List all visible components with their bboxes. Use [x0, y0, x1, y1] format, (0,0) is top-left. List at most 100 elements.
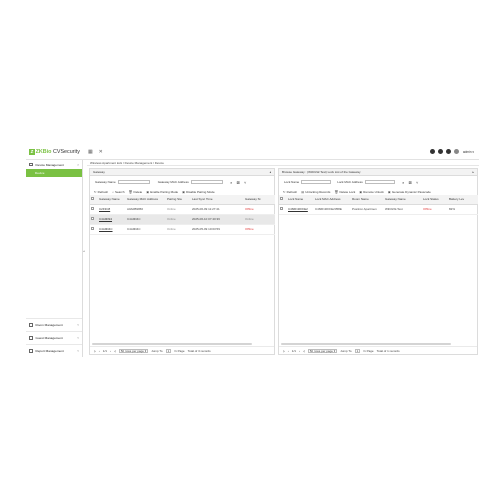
checkbox[interactable] — [91, 197, 94, 201]
column-header[interactable]: Pairing Sta — [166, 195, 191, 205]
sidebar-section-room-management[interactable]: Room Management ˅ — [26, 318, 82, 331]
gateway-name-input[interactable] — [117, 180, 150, 184]
gateway-mac-input[interactable] — [190, 180, 223, 184]
lock-name-cell[interactable]: C466F4FFFE2 — [287, 204, 314, 215]
next-page-button[interactable]: › — [299, 349, 300, 353]
select-all-header[interactable] — [279, 195, 287, 205]
clear-filter-icon[interactable]: ⊠ — [408, 180, 413, 185]
rows-per-page-select[interactable]: 50 rows per page ▾ — [307, 348, 338, 353]
pairing-status-cell: Online — [166, 204, 191, 215]
sidebar-item-device[interactable]: Device — [26, 169, 82, 177]
settings-icon[interactable] — [437, 149, 443, 154]
gateway-name-label: Gateway Name — [95, 180, 116, 184]
column-header[interactable]: Gateway St — [244, 195, 275, 205]
column-header[interactable]: Last Sync Time — [191, 195, 244, 205]
logo: Z ZKBio CVSecurity — [29, 149, 80, 155]
lock-name-link[interactable]: C466F4FFFE2 — [288, 207, 308, 211]
expand-icon[interactable]: ˅ — [243, 180, 248, 185]
column-header[interactable]: Lock MAC Address — [314, 195, 351, 205]
expand-icon[interactable]: ˅ — [415, 180, 420, 185]
first-page-button[interactable]: |‹ — [94, 349, 96, 353]
gateway-name-link[interactable]: C2F3C8 — [99, 207, 110, 211]
sidebar-section-report-management[interactable]: Report Management ˅ — [26, 344, 82, 357]
gateway-mac-cell: A0A0B9950 — [126, 204, 166, 215]
help-icon[interactable] — [445, 149, 451, 154]
gateway-name-link[interactable]: C4A9D4C — [99, 227, 113, 231]
next-page-button[interactable]: › — [110, 349, 111, 353]
lock-mac-input[interactable] — [364, 180, 395, 184]
select-all-header[interactable] — [90, 195, 98, 205]
gateway-mac-cell: C4A9D4C — [126, 214, 166, 225]
collapse-left-icon[interactable]: ◂ — [269, 170, 271, 174]
collapse-right-icon[interactable]: ▸ — [472, 170, 474, 174]
sidebar-section-device-management[interactable]: Device Management ˄ — [26, 160, 82, 169]
chevron-down-icon: ˅ — [77, 349, 79, 353]
table-row[interactable]: C4A9D4C C4A9D4C Online 2025-05-09 10:03:… — [90, 224, 275, 235]
gateway-name-cell[interactable]: C4A9D94 — [98, 214, 126, 225]
generate-passcode-button[interactable]: ▣ Generate Dynamic Passcode — [388, 190, 431, 194]
delete-button[interactable]: 🗑 Delete — [129, 190, 143, 194]
gateway-panel: Gateway ◂ Gateway Name Gateway MAC Addre… — [89, 168, 275, 355]
checkbox[interactable] — [280, 207, 283, 210]
theme-icon[interactable] — [429, 149, 435, 154]
delete-lock-button[interactable]: 🗑 Delete Lock — [334, 190, 355, 194]
table-row[interactable]: C2F3C8 A0A0B9950 Online 2025-06-09 11:27… — [90, 204, 275, 215]
row-checkbox-cell[interactable] — [279, 204, 287, 215]
remote-unlock-button[interactable]: ▣ Remote Unlock — [359, 190, 384, 194]
column-header[interactable]: Room Name — [351, 195, 384, 205]
prev-page-button[interactable]: ‹ — [99, 349, 100, 353]
avatar[interactable] — [453, 149, 459, 154]
close-icon[interactable]: ✕ — [99, 149, 103, 155]
refresh-button[interactable]: ↻ Refresh — [283, 190, 297, 194]
room-icon — [29, 323, 33, 327]
row-checkbox-cell[interactable] — [90, 224, 98, 235]
column-header[interactable]: Lock Name — [287, 195, 314, 205]
refresh-button[interactable]: ↻ Refresh — [94, 190, 108, 194]
column-header[interactable]: Gateway Name — [384, 195, 422, 205]
gateway-name-cell: WiFiGW-Test — [384, 204, 422, 215]
search-icon[interactable]: ⌕ — [229, 180, 234, 185]
horizontal-scrollbar[interactable] — [92, 343, 252, 345]
lock-name-label: Lock Name — [284, 180, 300, 184]
table-row[interactable]: C4A9D94 C4A9D4C Online 2025-06-10 07:40:… — [90, 214, 275, 225]
row-checkbox-cell[interactable] — [90, 204, 98, 215]
column-header[interactable]: Gateway Name — [98, 195, 126, 205]
lock-name-input[interactable] — [301, 180, 332, 184]
grid-icon[interactable]: ▦ — [88, 149, 93, 155]
pairing-status-cell: Online — [166, 224, 191, 235]
column-header[interactable]: Gateway MAC Address — [126, 195, 166, 205]
user-menu[interactable]: admin ▾ — [463, 150, 474, 154]
horizontal-scrollbar[interactable] — [281, 343, 451, 345]
prev-page-button[interactable]: ‹ — [288, 349, 289, 353]
logo-text: ZKBio CVSecurity — [35, 149, 80, 155]
search-icon[interactable]: ⌕ — [401, 180, 406, 185]
report-icon — [29, 349, 33, 353]
sidebar-collapse-icon[interactable]: ◂ — [83, 249, 85, 253]
clear-filter-icon[interactable]: ⊠ — [236, 180, 241, 185]
last-page-button[interactable]: ›| — [303, 349, 305, 353]
chevron-down-icon: ˅ — [77, 323, 79, 327]
checkbox[interactable] — [91, 227, 94, 230]
checkbox[interactable] — [91, 217, 94, 220]
table-row[interactable]: C466F4FFFE2 C466F4FFFE2358E Positron Apa… — [279, 204, 478, 215]
enable-pairing-button[interactable]: ▣ Enable Pairing Mode — [146, 190, 178, 194]
jump-to-input[interactable]: 1 — [165, 348, 172, 353]
gateway-name-cell[interactable]: C4A9D4C — [98, 224, 126, 235]
jump-to-input[interactable]: 1 — [354, 348, 361, 353]
last-page-button[interactable]: ›| — [114, 349, 116, 353]
search-button[interactable]: ⌕ Search — [112, 190, 124, 194]
column-header[interactable]: Lock Status — [422, 195, 448, 205]
column-header[interactable]: Battery Lev — [448, 195, 478, 205]
rows-per-page-select[interactable]: 50 rows per page ▾ — [118, 348, 149, 353]
gateway-name-link[interactable]: C4A9D94 — [99, 217, 112, 221]
sidebar-bottom-menus: Room Management ˅ Guest Management ˅ Rep… — [26, 318, 82, 357]
gateway-name-cell[interactable]: C2F3C8 — [98, 204, 126, 215]
disable-pairing-button[interactable]: ▣ Disable Pairing Mode — [182, 190, 215, 194]
unlocking-records-button[interactable]: ▤ Unlocking Records — [301, 190, 330, 194]
checkbox[interactable] — [91, 207, 94, 210]
first-page-button[interactable]: |‹ — [283, 349, 285, 353]
checkbox[interactable] — [280, 197, 283, 201]
gateway-mac-label: Gateway MAC Address — [157, 180, 189, 184]
sidebar-section-guest-management[interactable]: Guest Management ˅ — [26, 331, 82, 344]
row-checkbox-cell[interactable] — [90, 214, 98, 225]
